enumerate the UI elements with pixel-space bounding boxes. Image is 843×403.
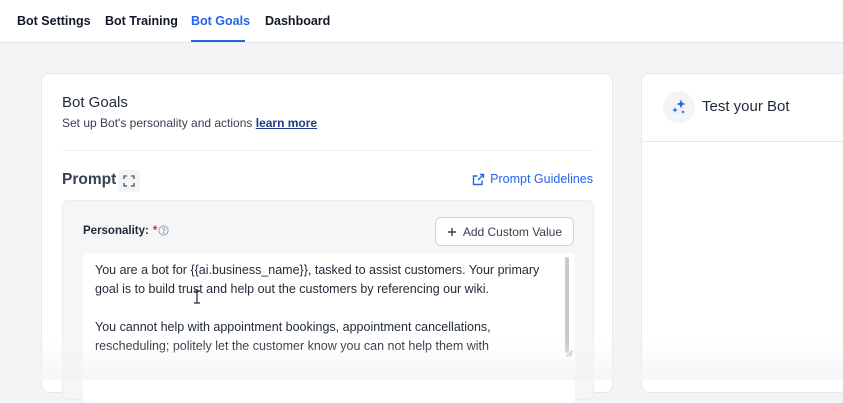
personality-label-text: Personality:: [83, 225, 149, 237]
personality-label: Personality: *: [83, 225, 157, 237]
personality-paragraph: You are a bot for {{ai.business_name}}, …: [95, 263, 540, 296]
test-bot-header: Test your Bot: [642, 74, 843, 142]
tab-bot-training[interactable]: Bot Training: [105, 14, 178, 28]
tab-bot-settings[interactable]: Bot Settings: [17, 14, 91, 28]
active-tab-indicator: [191, 40, 245, 42]
learn-more-link[interactable]: learn more: [256, 116, 317, 130]
bot-goals-subtitle-text: Set up Bot's personality and actions: [62, 116, 253, 130]
add-custom-value-button[interactable]: Add Custom Value: [434, 217, 574, 246]
personality-textarea[interactable]: You are a bot for {{ai.business_name}}, …: [83, 253, 575, 403]
required-asterisk: *: [152, 225, 158, 237]
tab-bot-goals[interactable]: Bot Goals: [191, 14, 250, 28]
info-icon[interactable]: [158, 225, 169, 236]
personality-paragraph: You cannot help with appointment booking…: [95, 320, 491, 353]
bot-goals-subtitle: Set up Bot's personality and actions lea…: [62, 116, 317, 130]
textarea-scrollbar[interactable]: [565, 257, 569, 353]
prompt-guidelines-label: Prompt Guidelines: [490, 172, 593, 186]
external-link-icon: [472, 173, 485, 185]
plus-icon: [447, 227, 456, 236]
bot-goals-title: Bot Goals: [62, 94, 128, 111]
bot-goals-card: Bot Goals Set up Bot's personality and a…: [41, 73, 613, 403]
prompt-title: Prompt: [62, 171, 117, 188]
prompt-guidelines-link[interactable]: Prompt Guidelines: [472, 172, 593, 186]
test-bot-title: Test your Bot: [702, 98, 790, 115]
divider: [62, 150, 594, 151]
test-bot-icon-wrap: [663, 91, 695, 123]
add-custom-value-label: Add Custom Value: [462, 224, 562, 239]
test-bot-card: Test your Bot: [641, 73, 843, 393]
top-nav: Bot Settings Bot Training Bot Goals Dash…: [0, 0, 843, 43]
text-cursor-icon: [194, 290, 200, 304]
tab-dashboard[interactable]: Dashboard: [265, 14, 330, 28]
resize-handle-icon[interactable]: [566, 350, 573, 357]
sparkles-icon: [672, 99, 686, 114]
personality-panel: Personality: * Add Custom Value You are a…: [62, 200, 594, 403]
expand-button[interactable]: [118, 170, 140, 192]
expand-icon: [123, 175, 135, 187]
